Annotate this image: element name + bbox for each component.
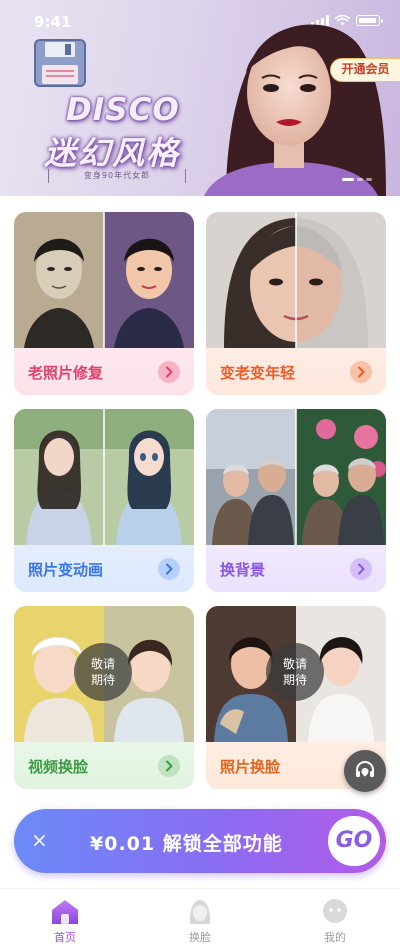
bottom-tab-bar: 首页 换脸 我的 [0,888,400,952]
chevron-right-icon[interactable] [158,558,180,580]
tab-profile-label: 我的 [324,931,346,944]
page-dot [357,178,363,181]
coming-soon-line2: 期待 [90,673,115,687]
chevron-right-icon[interactable] [158,755,180,777]
coming-soon-line1: 敬请 [282,657,307,671]
banner-title-latin: DISCO [66,92,180,128]
status-time: 9:41 [34,13,72,31]
feature-card-change-background[interactable]: 换背景 [206,409,386,592]
age-transform-label: 变老变年轻 [220,364,296,382]
unlock-promo-bar[interactable]: × ¥0.01 解锁全部功能 GO [14,809,386,873]
tab-home-label: 首页 [54,931,76,944]
close-icon[interactable]: × [31,828,48,852]
old-photo-restore-preview-image [14,212,194,348]
change-background-preview-image [206,409,386,545]
tab-home[interactable]: 首页 [35,897,95,952]
tab-profile[interactable]: 我的 [305,897,365,952]
unlock-promo-text: ¥0.01 解锁全部功能 [90,833,283,855]
go-button[interactable]: GO [328,816,380,866]
video-face-swap-label: 视频换脸 [28,758,89,776]
coming-soon-line1: 敬请 [90,657,115,671]
photo-to-anime-label: 照片变动画 [28,561,104,579]
page-dot [342,178,354,181]
chevron-right-icon[interactable] [158,361,180,383]
banner-portrait-image [204,24,386,196]
banner-page-indicator [342,178,372,181]
feature-card-video-face-swap[interactable]: 敬请 期待 视频换脸 [14,606,194,789]
floppy-disk-icon [34,39,86,87]
page-dot [366,178,372,181]
face-icon [189,900,211,924]
age-transform-preview-image [206,212,386,348]
coming-soon-badge: 敬请 期待 [74,643,132,701]
vip-button[interactable]: 开通会员 [330,58,400,82]
home-icon [52,900,78,924]
banner-subtitle: 变身90年代女郎 [48,169,186,183]
customer-service-button[interactable] [344,750,386,792]
feature-card-age-transform[interactable]: 变老变年轻 [206,212,386,395]
chevron-right-icon[interactable] [350,558,372,580]
old-photo-restore-label: 老照片修复 [28,364,104,382]
tab-face-swap[interactable]: 换脸 [170,897,230,952]
profile-icon [323,899,347,923]
tab-face-swap-label: 换脸 [189,931,211,944]
banner-title: 迷幻风格 [44,134,181,172]
headset-icon [356,761,374,777]
promo-banner[interactable]: 9:41 DISCO 迷幻风格 变身90年代女郎 开通会员 [0,0,400,196]
coming-soon-line2: 期待 [282,673,307,687]
coming-soon-badge: 敬请 期待 [266,643,324,701]
photo-face-swap-label: 照片换脸 [220,758,281,776]
photo-to-anime-preview-image [14,409,194,545]
feature-card-old-photo-restore[interactable]: 老照片修复 [14,212,194,395]
chevron-right-icon[interactable] [350,361,372,383]
feature-card-photo-to-anime[interactable]: 照片变动画 [14,409,194,592]
change-background-label: 换背景 [220,561,266,579]
